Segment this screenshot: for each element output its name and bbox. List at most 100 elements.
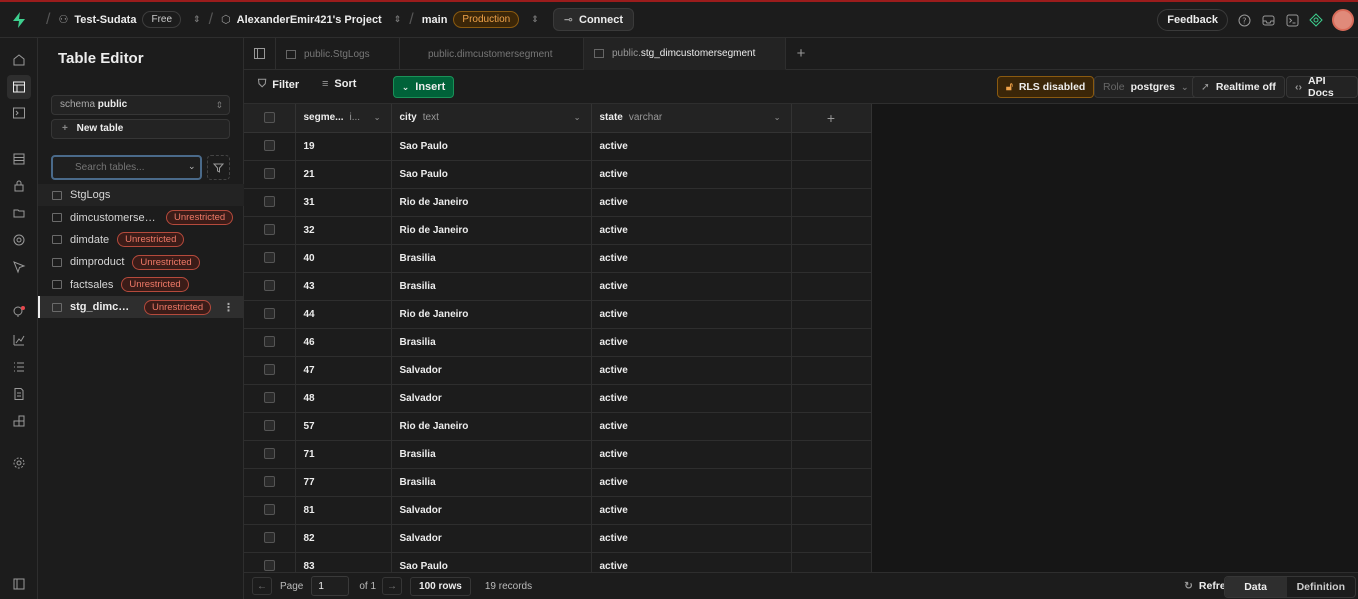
toggle-sidebar-icon[interactable] bbox=[244, 38, 276, 69]
state-cell[interactable]: active bbox=[591, 244, 792, 273]
select-all-checkbox[interactable] bbox=[263, 112, 275, 124]
chevron-down-icon[interactable]: ⌄ bbox=[574, 113, 581, 122]
chevron-down-icon[interactable]: ⌄ bbox=[774, 113, 781, 122]
segment-cell[interactable]: 40 bbox=[295, 244, 392, 273]
supabase-logo-icon[interactable] bbox=[0, 11, 38, 28]
rows-per-page-button[interactable]: 100 rows bbox=[410, 576, 471, 596]
table-list-item[interactable]: dimdate Unrestricted bbox=[38, 229, 244, 251]
city-cell[interactable]: Brasilia bbox=[391, 468, 592, 497]
column-header-city[interactable]: city text ⌄ bbox=[391, 104, 592, 133]
city-cell[interactable]: Salvador bbox=[391, 384, 592, 413]
state-cell[interactable]: active bbox=[591, 160, 792, 189]
city-cell[interactable]: Brasilia bbox=[391, 244, 592, 273]
row-checkbox[interactable] bbox=[263, 168, 275, 180]
realtime-toggle-button[interactable]: ➚ Realtime off bbox=[1192, 76, 1285, 98]
city-cell[interactable]: Rio de Janeiro bbox=[391, 300, 592, 329]
segment-cell[interactable]: 77 bbox=[295, 468, 392, 497]
inbox-icon[interactable] bbox=[1260, 12, 1276, 28]
state-cell[interactable]: active bbox=[591, 132, 792, 161]
logs-list-icon[interactable] bbox=[10, 358, 28, 376]
integrations-icon[interactable] bbox=[10, 413, 28, 431]
city-cell[interactable]: Salvador bbox=[391, 356, 592, 385]
table-row[interactable]: 47 Salvador active bbox=[244, 356, 872, 385]
state-cell[interactable]: active bbox=[591, 300, 792, 329]
table-row[interactable]: 43 Brasilia active bbox=[244, 272, 872, 301]
schema-selector[interactable]: schema public ⇕ bbox=[51, 95, 230, 115]
row-checkbox[interactable] bbox=[263, 532, 275, 544]
table-list-item[interactable]: factsales Unrestricted bbox=[38, 274, 244, 296]
table-list-item[interactable]: StgLogs bbox=[38, 184, 244, 207]
city-cell[interactable]: Brasilia bbox=[391, 328, 592, 357]
table-row[interactable]: 40 Brasilia active bbox=[244, 244, 872, 273]
functions-icon[interactable] bbox=[10, 231, 28, 249]
state-cell[interactable]: active bbox=[591, 524, 792, 553]
column-header-segment[interactable]: segme... i... ⌄ bbox=[295, 104, 392, 133]
home-icon[interactable] bbox=[10, 51, 28, 69]
city-cell[interactable]: Brasilia bbox=[391, 272, 592, 301]
row-checkbox[interactable] bbox=[263, 504, 275, 516]
terminal-icon[interactable] bbox=[1284, 12, 1300, 28]
new-table-button[interactable]: + New table bbox=[51, 119, 230, 139]
help-icon[interactable]: ? bbox=[1236, 12, 1252, 28]
tab-stglogs[interactable]: public.StgLogs bbox=[276, 38, 400, 70]
table-row[interactable]: 77 Brasilia active bbox=[244, 468, 872, 497]
row-checkbox[interactable] bbox=[263, 196, 275, 208]
sort-button[interactable]: ≡ Sort bbox=[322, 78, 356, 90]
api-docs-icon[interactable] bbox=[10, 385, 28, 403]
segment-cell[interactable]: 43 bbox=[295, 272, 392, 301]
role-selector[interactable]: Role postgres ⌄ bbox=[1094, 76, 1198, 98]
city-cell[interactable]: Sao Paulo bbox=[391, 132, 592, 161]
state-cell[interactable]: active bbox=[591, 272, 792, 301]
api-docs-button[interactable]: ‹› API Docs bbox=[1286, 75, 1358, 99]
sql-editor-icon[interactable] bbox=[10, 104, 28, 122]
segment-cell[interactable]: 31 bbox=[295, 188, 392, 217]
table-list-item[interactable]: dimcustomersegment Unrestricted bbox=[38, 206, 244, 228]
segment-cell[interactable]: 47 bbox=[295, 356, 392, 385]
next-page-icon[interactable]: → bbox=[382, 577, 403, 595]
table-row[interactable]: 48 Salvador active bbox=[244, 384, 872, 413]
definition-tab[interactable]: Definition bbox=[1287, 577, 1355, 597]
row-checkbox[interactable] bbox=[263, 364, 275, 376]
row-checkbox[interactable] bbox=[263, 392, 275, 404]
row-checkbox[interactable] bbox=[263, 476, 275, 488]
feedback-button[interactable]: Feedback bbox=[1157, 9, 1228, 31]
more-options-icon[interactable]: ⋮ bbox=[223, 301, 234, 314]
row-checkbox[interactable] bbox=[263, 420, 275, 432]
rls-disabled-button[interactable]: 🔓︎ RLS disabled bbox=[997, 76, 1095, 98]
city-cell[interactable]: Sao Paulo bbox=[391, 160, 592, 189]
realtime-icon[interactable] bbox=[10, 258, 28, 276]
add-column-icon[interactable]: + bbox=[791, 104, 872, 133]
table-row[interactable]: 81 Salvador active bbox=[244, 496, 872, 525]
state-cell[interactable]: active bbox=[591, 356, 792, 385]
city-cell[interactable]: Rio de Janeiro bbox=[391, 412, 592, 441]
row-checkbox[interactable] bbox=[263, 308, 275, 320]
state-cell[interactable]: active bbox=[591, 328, 792, 357]
table-editor-icon[interactable] bbox=[7, 75, 31, 99]
state-cell[interactable]: active bbox=[591, 552, 792, 572]
org-selector[interactable]: ⚇ Test-Sudata Free ⇕ bbox=[58, 11, 201, 28]
state-cell[interactable]: active bbox=[591, 188, 792, 217]
state-cell[interactable]: active bbox=[591, 440, 792, 469]
state-cell[interactable]: active bbox=[591, 496, 792, 525]
city-cell[interactable]: Salvador bbox=[391, 496, 592, 525]
table-row[interactable]: 32 Rio de Janeiro active bbox=[244, 216, 872, 245]
city-cell[interactable]: Sao Paulo bbox=[391, 552, 592, 572]
table-row[interactable]: 46 Brasilia active bbox=[244, 328, 872, 357]
row-checkbox[interactable] bbox=[263, 280, 275, 292]
segment-cell[interactable]: 82 bbox=[295, 524, 392, 553]
collapse-sidebar-icon[interactable] bbox=[10, 575, 28, 593]
project-selector[interactable]: ⬡ AlexanderEmir421's Project ⇕ bbox=[221, 13, 401, 27]
table-row[interactable]: 44 Rio de Janeiro active bbox=[244, 300, 872, 329]
segment-cell[interactable]: 48 bbox=[295, 384, 392, 413]
advisors-icon[interactable] bbox=[10, 303, 28, 321]
state-cell[interactable]: active bbox=[591, 384, 792, 413]
city-cell[interactable]: Brasilia bbox=[391, 440, 592, 469]
storage-icon[interactable] bbox=[10, 204, 28, 222]
table-row[interactable]: 31 Rio de Janeiro active bbox=[244, 188, 872, 217]
row-checkbox[interactable] bbox=[263, 224, 275, 236]
table-row[interactable]: 19 Sao Paulo active bbox=[244, 132, 872, 161]
city-cell[interactable]: Rio de Janeiro bbox=[391, 216, 592, 245]
segment-cell[interactable]: 46 bbox=[295, 328, 392, 357]
settings-gear-icon[interactable] bbox=[10, 454, 28, 472]
search-tables-input[interactable] bbox=[51, 155, 202, 180]
